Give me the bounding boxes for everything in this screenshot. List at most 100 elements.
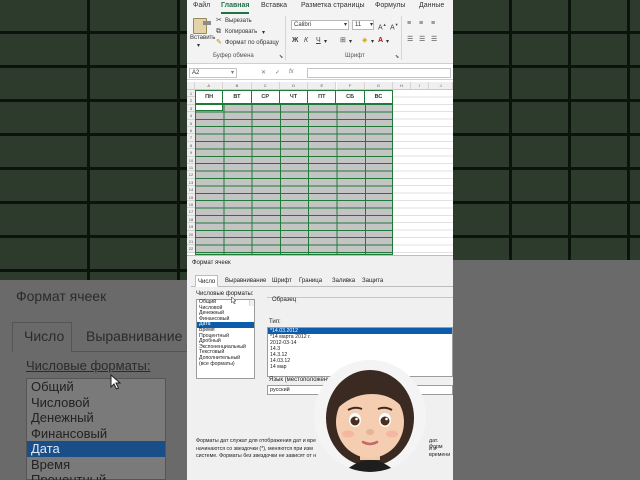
- tab-file[interactable]: Файл: [193, 2, 210, 9]
- select-all-corner[interactable]: [187, 82, 195, 90]
- row-header[interactable]: 22: [187, 245, 195, 253]
- weekday-cell[interactable]: СР: [251, 90, 280, 104]
- row-header[interactable]: 3: [187, 104, 195, 113]
- align-top-icon[interactable]: ≡: [407, 19, 411, 28]
- column-header[interactable]: G: [364, 82, 394, 90]
- row-header[interactable]: 8: [187, 141, 195, 150]
- tab-font[interactable]: Шрифт: [270, 275, 294, 287]
- column-header[interactable]: I: [411, 82, 430, 90]
- align-left-icon[interactable]: ☰: [407, 35, 413, 44]
- fill-color-dropdown-icon[interactable]: ▾: [371, 38, 374, 45]
- weekday-cell[interactable]: СБ: [336, 90, 365, 104]
- active-cell[interactable]: [195, 104, 224, 112]
- row-header[interactable]: 21: [187, 238, 195, 246]
- tab-insert[interactable]: Вставка: [261, 2, 287, 9]
- row-header[interactable]: 12: [187, 171, 195, 179]
- cancel-entry-icon[interactable]: ✕: [261, 69, 266, 76]
- weekday-cell[interactable]: ЧТ: [279, 90, 309, 104]
- format-painter-icon[interactable]: ✎: [216, 38, 222, 47]
- tab-protection[interactable]: Защита: [360, 275, 385, 287]
- clipboard-launcher-icon[interactable]: ⬊: [279, 54, 283, 60]
- row-header[interactable]: 18: [187, 215, 195, 224]
- category-item[interactable]: (все форматы): [197, 361, 254, 368]
- fill-color-icon[interactable]: ◈: [362, 36, 367, 45]
- tab-page-layout[interactable]: Разметка страницы: [301, 2, 365, 9]
- shrink-font-icon[interactable]: A▼: [390, 20, 399, 32]
- underline-button[interactable]: Ч: [316, 36, 321, 45]
- column-header[interactable]: B: [223, 82, 252, 90]
- italic-button[interactable]: К: [304, 36, 308, 45]
- column-header[interactable]: F: [336, 82, 365, 90]
- tab-home[interactable]: Главная: [221, 2, 249, 9]
- bold-button[interactable]: Ж: [292, 36, 298, 45]
- row-header[interactable]: 19: [187, 223, 195, 231]
- column-header[interactable]: E: [308, 82, 337, 90]
- row-header[interactable]: 2: [187, 97, 195, 105]
- font-color-icon[interactable]: A: [378, 36, 383, 45]
- format-painter-button[interactable]: Формат по образцу: [225, 40, 279, 46]
- name-box[interactable]: A2: [189, 68, 237, 78]
- categories-list[interactable]: Общий Числовой Денежный Финансовый Дата …: [196, 299, 255, 379]
- cut-button[interactable]: Вырезать: [225, 18, 252, 24]
- weekday-cell[interactable]: ВТ: [223, 90, 252, 104]
- weekday-cell[interactable]: ПТ: [308, 90, 337, 104]
- column-header[interactable]: A: [195, 82, 224, 90]
- borders-icon[interactable]: ⊞: [340, 36, 346, 45]
- row-header[interactable]: 9: [187, 149, 195, 157]
- row-header[interactable]: 4: [187, 112, 195, 120]
- cut-icon[interactable]: ✂: [216, 16, 222, 25]
- paste-icon[interactable]: [193, 18, 211, 34]
- confirm-entry-icon[interactable]: ✓: [275, 69, 280, 76]
- row-header[interactable]: 20: [187, 230, 195, 238]
- tab-fill[interactable]: Заливка: [330, 275, 357, 287]
- insert-function-button[interactable]: fx: [289, 69, 294, 75]
- row-header[interactable]: 15: [187, 193, 195, 201]
- copy-button[interactable]: Копировать: [225, 29, 257, 35]
- grow-font-icon[interactable]: A▲: [378, 20, 387, 32]
- tab-alignment[interactable]: Выравнивание: [223, 275, 268, 287]
- row-header[interactable]: 1: [187, 90, 195, 98]
- description-line-end: и и времени: [429, 446, 451, 458]
- align-bottom-icon[interactable]: ≡: [431, 19, 435, 28]
- name-box-dropdown-icon[interactable]: ▾: [231, 69, 234, 76]
- selected-range[interactable]: [195, 104, 393, 255]
- underline-dropdown-icon[interactable]: ▾: [324, 38, 327, 45]
- borders-dropdown-icon[interactable]: ▾: [349, 38, 352, 45]
- paste-button[interactable]: Вставить: [190, 35, 215, 41]
- tab-border[interactable]: Граница: [297, 275, 324, 287]
- font-size-dropdown-icon[interactable]: ▾: [370, 21, 373, 28]
- column-header[interactable]: J: [429, 82, 453, 90]
- tab-number[interactable]: Число: [195, 275, 219, 287]
- row-header[interactable]: 17: [187, 208, 195, 216]
- align-right-icon[interactable]: ☰: [431, 35, 437, 44]
- zoomed-dialog-title: Формат ячеек: [16, 288, 107, 304]
- font-name-select[interactable]: Calibri: [291, 20, 349, 30]
- row-header[interactable]: 10: [187, 156, 195, 164]
- memoji-face-icon: [314, 360, 426, 472]
- row-header[interactable]: 6: [187, 127, 195, 135]
- row-header[interactable]: 11: [187, 164, 195, 172]
- font-name-dropdown-icon[interactable]: ▾: [344, 21, 347, 28]
- spreadsheet-grid[interactable]: A B C D E F G H I J 1 2 3 4 5 6 7 8 9 10 11 12 13 14 1…: [187, 82, 453, 255]
- row-header[interactable]: 7: [187, 134, 195, 142]
- tab-data[interactable]: Данные: [419, 2, 444, 9]
- align-middle-icon[interactable]: ≡: [419, 19, 423, 28]
- row-header[interactable]: 5: [187, 119, 195, 127]
- copy-dropdown-icon[interactable]: ▾: [262, 29, 265, 36]
- tab-formulas[interactable]: Формулы: [375, 2, 405, 9]
- paste-dropdown-icon[interactable]: ▾: [197, 42, 200, 49]
- row-header[interactable]: 13: [187, 178, 195, 187]
- categories-scrollbar[interactable]: [249, 300, 254, 306]
- row-header[interactable]: 16: [187, 201, 195, 209]
- column-header[interactable]: D: [279, 82, 309, 90]
- copy-icon[interactable]: ⧉: [216, 27, 221, 36]
- align-center-icon[interactable]: ☰: [419, 35, 425, 44]
- formula-input[interactable]: [307, 68, 451, 78]
- weekday-cell[interactable]: ПН: [195, 90, 224, 104]
- column-header[interactable]: H: [393, 82, 412, 90]
- column-header[interactable]: C: [251, 82, 280, 90]
- weekday-cell[interactable]: ВС: [364, 90, 394, 104]
- font-launcher-icon[interactable]: ⬊: [395, 54, 399, 60]
- font-color-dropdown-icon[interactable]: ▾: [386, 38, 389, 45]
- row-header[interactable]: 14: [187, 186, 195, 194]
